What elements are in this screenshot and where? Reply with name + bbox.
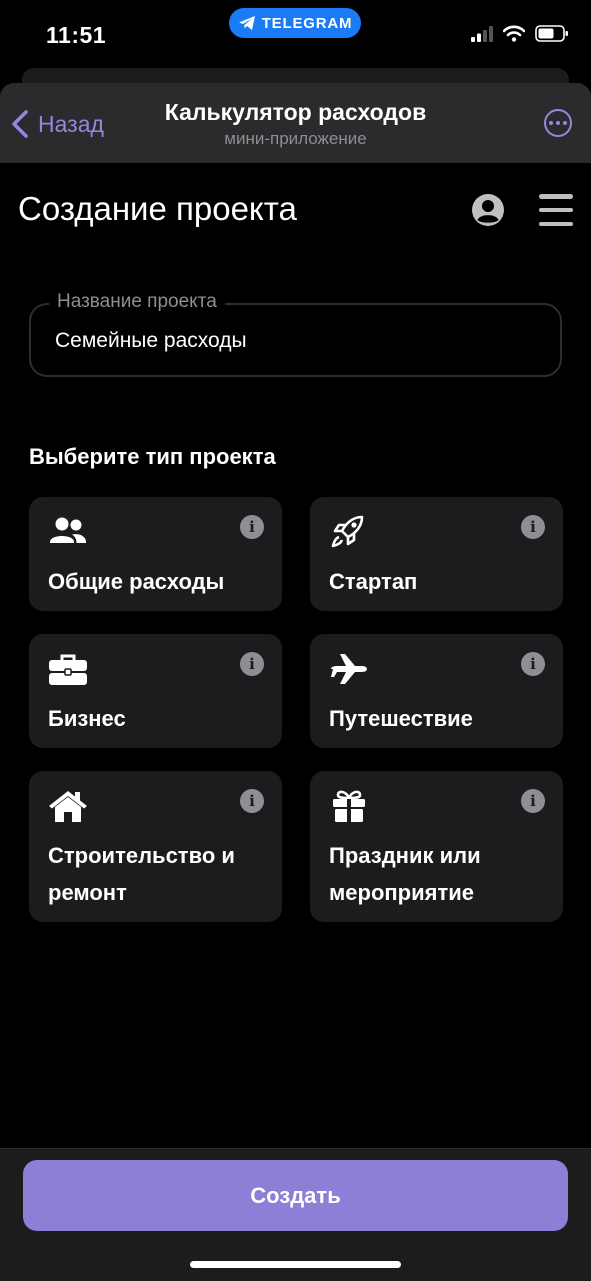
- back-button[interactable]: Назад: [10, 109, 104, 139]
- project-type-heading: Выберите тип проекта: [29, 444, 276, 469]
- status-time: 11:51: [46, 22, 107, 48]
- nav-subtitle: мини-приложение: [224, 129, 367, 148]
- menu-line: [539, 194, 573, 199]
- info-icon[interactable]: i: [240, 789, 264, 813]
- info-icon[interactable]: i: [521, 515, 545, 539]
- project-type-card-construction[interactable]: i Строительство и ремонт: [29, 771, 282, 922]
- project-type-label: Бизнес: [48, 706, 126, 731]
- project-name-label: Название проекта: [49, 291, 225, 313]
- menu-line: [539, 207, 573, 213]
- info-icon[interactable]: i: [240, 652, 264, 676]
- info-icon[interactable]: i: [240, 515, 264, 539]
- page-title: Создание проекта: [18, 190, 297, 227]
- project-type-card-general[interactable]: i Общие расходы: [29, 497, 282, 611]
- nav-title: Калькулятор расходов: [164, 99, 427, 125]
- more-dot: [549, 121, 553, 125]
- info-icon[interactable]: i: [521, 789, 545, 813]
- project-type-label: Общие расходы: [48, 569, 225, 594]
- more-dot: [563, 121, 567, 125]
- gift-icon: [333, 790, 365, 822]
- project-name-input[interactable]: Семейные расходы: [55, 329, 247, 353]
- project-type-label: Строительство и ремонт: [48, 843, 235, 905]
- project-type-label: Стартап: [329, 569, 418, 594]
- info-icon[interactable]: i: [521, 652, 545, 676]
- profile-icon[interactable]: [471, 193, 505, 227]
- house-icon: [49, 791, 87, 822]
- project-type-label: Путешествие: [329, 706, 473, 731]
- menu-icon[interactable]: [539, 194, 573, 226]
- telegram-pill[interactable]: TELEGRAM: [229, 8, 361, 38]
- nav-title-group: Калькулятор расходов мини-приложение: [120, 99, 471, 149]
- back-label: Назад: [38, 110, 104, 137]
- menu-line: [539, 221, 573, 226]
- nav-bar: Назад Калькулятор расходов мини-приложен…: [0, 83, 591, 163]
- more-options-button[interactable]: [544, 109, 572, 137]
- project-type-card-startup[interactable]: i Стартап: [310, 497, 563, 611]
- briefcase-icon: [49, 654, 87, 685]
- project-type-label: Праздник или мероприятие: [329, 843, 481, 905]
- battery-icon: [535, 25, 568, 42]
- telegram-label: TELEGRAM: [261, 14, 353, 32]
- more-dot: [556, 121, 560, 125]
- plane-icon: [331, 654, 367, 684]
- status-bar: 11:51 TELEGRAM: [0, 0, 591, 70]
- project-type-card-event[interactable]: i Праздник или мероприятие: [310, 771, 563, 922]
- project-type-card-travel[interactable]: i Путешествие: [310, 634, 563, 748]
- telegram-icon: [238, 16, 255, 30]
- project-type-card-business[interactable]: i Бизнес: [29, 634, 282, 748]
- chevron-left-icon: [12, 110, 28, 138]
- create-button[interactable]: Создать: [23, 1160, 568, 1231]
- wifi-icon: [503, 25, 525, 42]
- users-icon: [50, 517, 86, 543]
- signal-icon: [471, 25, 493, 42]
- project-name-field[interactable]: Название проекта Семейные расходы: [29, 291, 562, 377]
- status-icons: [471, 25, 569, 42]
- rocket-icon: [331, 515, 364, 548]
- home-indicator: [190, 1261, 401, 1268]
